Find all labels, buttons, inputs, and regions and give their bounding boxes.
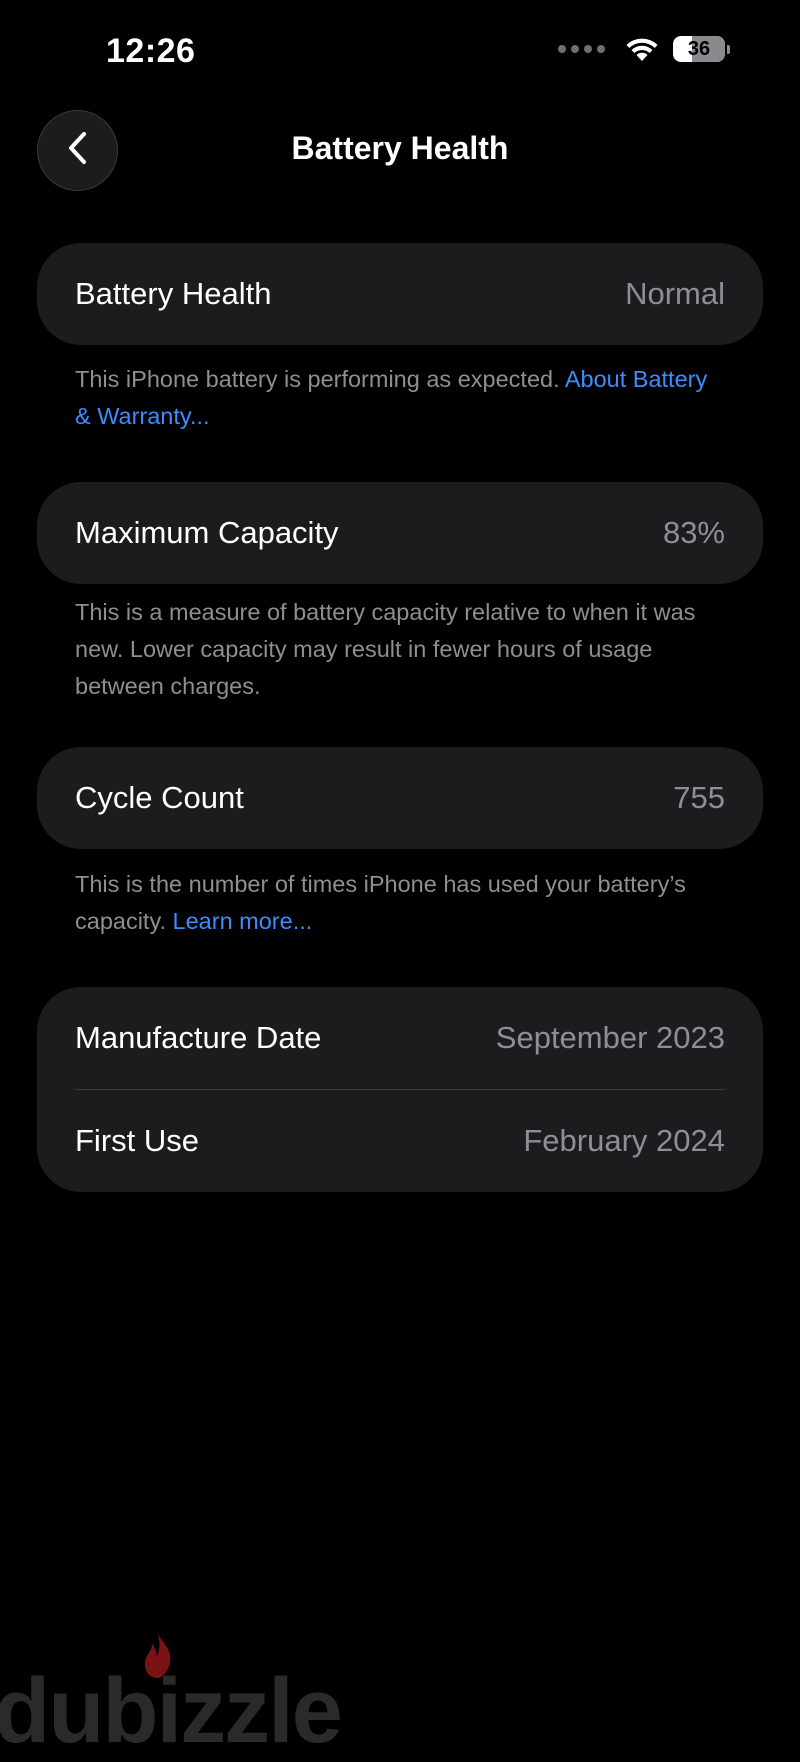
maximum-capacity-value: 83% bbox=[662, 515, 725, 550]
status-time: 12:26 bbox=[106, 32, 196, 70]
battery-icon: 36 bbox=[673, 36, 730, 62]
battery-health-label: Battery Health bbox=[75, 276, 272, 311]
wifi-icon bbox=[625, 36, 659, 62]
battery-health-value: Normal bbox=[625, 276, 725, 311]
battery-health-card: Battery Health Normal bbox=[37, 243, 763, 345]
status-icons: 36 bbox=[558, 36, 730, 62]
maximum-capacity-row: Maximum Capacity 83% bbox=[37, 482, 763, 584]
manufacture-date-row: Manufacture Date September 2023 bbox=[37, 987, 763, 1089]
cycle-count-label: Cycle Count bbox=[75, 780, 244, 815]
battery-health-footnote-text: This iPhone battery is performing as exp… bbox=[75, 366, 565, 392]
dubizzle-watermark: dubizzle bbox=[0, 1660, 343, 1762]
cycle-count-row: Cycle Count 755 bbox=[37, 747, 763, 849]
manufacture-date-value: September 2023 bbox=[495, 1020, 725, 1055]
first-use-value: February 2024 bbox=[523, 1123, 725, 1158]
manufacture-date-label: Manufacture Date bbox=[75, 1020, 322, 1055]
maximum-capacity-footnote: This is a measure of battery capacity re… bbox=[75, 599, 696, 699]
battery-health-footnote: This iPhone battery is performing as exp… bbox=[75, 361, 715, 435]
battery-percent: 36 bbox=[687, 38, 711, 60]
maximum-capacity-card: Maximum Capacity 83% bbox=[37, 482, 763, 584]
cycle-count-value: 755 bbox=[673, 780, 725, 815]
maximum-capacity-label: Maximum Capacity bbox=[75, 515, 339, 550]
first-use-label: First Use bbox=[75, 1123, 199, 1158]
signal-dots-icon bbox=[558, 45, 605, 53]
cycle-count-footnote: This is the number of times iPhone has u… bbox=[75, 866, 715, 940]
cycle-count-footnote-text: This is the number of times iPhone has u… bbox=[75, 871, 686, 934]
dates-card: Manufacture Date September 2023 First Us… bbox=[37, 987, 763, 1192]
battery-health-row: Battery Health Normal bbox=[37, 243, 763, 345]
cycle-count-card: Cycle Count 755 bbox=[37, 747, 763, 849]
first-use-row: First Use February 2024 bbox=[37, 1090, 763, 1192]
page-title: Battery Health bbox=[291, 130, 509, 166]
learn-more-link[interactable]: Learn more... bbox=[173, 908, 313, 934]
